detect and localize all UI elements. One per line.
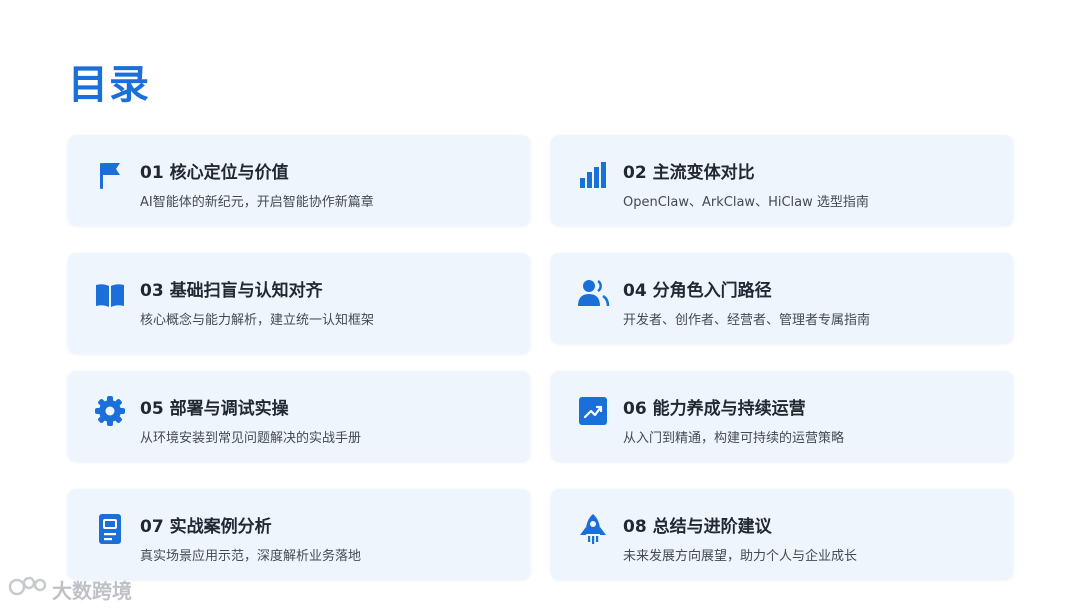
logo-icon	[8, 574, 48, 605]
toc-item-subtitle: 未来发展方向展望，助力个人与企业成长	[623, 549, 858, 564]
toc-item-03[interactable]: 03 基础扫盲与认知对齐 核心概念与能力解析，建立统一认知框架	[68, 253, 530, 353]
trending-up-icon	[575, 393, 611, 429]
watermark-text: 大数跨境	[52, 579, 132, 603]
toc-item-title: 01 核心定位与价值	[140, 163, 289, 183]
toc-item-subtitle: 从环境安装到常见问题解决的实战手册	[140, 431, 362, 446]
users-icon	[575, 275, 611, 311]
document-icon	[92, 511, 128, 547]
toc-item-07[interactable]: 07 实战案例分析 真实场景应用示范，深度解析业务落地	[68, 489, 530, 579]
toc-item-02[interactable]: 02 主流变体对比 OpenClaw、ArkClaw、HiClaw 选型指南	[551, 135, 1013, 225]
toc-item-subtitle: AI智能体的新纪元，开启智能协作新篇章	[140, 195, 374, 210]
toc-item-title: 06 能力养成与持续运营	[623, 399, 806, 419]
toc-item-title: 02 主流变体对比	[623, 163, 755, 183]
toc-item-title: 08 总结与进阶建议	[623, 517, 772, 537]
toc-item-04[interactable]: 04 分角色入门路径 开发者、创作者、经营者、管理者专属指南	[551, 253, 1013, 343]
toc-item-subtitle: 开发者、创作者、经营者、管理者专属指南	[623, 313, 871, 328]
toc-item-08[interactable]: 08 总结与进阶建议 未来发展方向展望，助力个人与企业成长	[551, 489, 1013, 579]
toc-item-subtitle: 真实场景应用示范，深度解析业务落地	[140, 549, 362, 564]
toc-item-title: 04 分角色入门路径	[623, 281, 772, 301]
bar-chart-icon	[575, 157, 611, 193]
toc-item-06[interactable]: 06 能力养成与持续运营 从入门到精通，构建可持续的运营策略	[551, 371, 1013, 461]
flag-icon	[92, 157, 128, 193]
gear-icon	[92, 393, 128, 429]
toc-item-01[interactable]: 01 核心定位与价值 AI智能体的新纪元，开启智能协作新篇章	[68, 135, 530, 225]
toc-item-title: 07 实战案例分析	[140, 517, 272, 537]
book-icon	[92, 277, 128, 313]
rocket-icon	[575, 511, 611, 547]
toc-item-05[interactable]: 05 部署与调试实操 从环境安装到常见问题解决的实战手册	[68, 371, 530, 461]
toc-item-subtitle: 从入门到精通，构建可持续的运营策略	[623, 431, 845, 446]
toc-item-title: 05 部署与调试实操	[140, 399, 289, 419]
page-title: 目录	[68, 62, 150, 108]
toc-item-title: 03 基础扫盲与认知对齐	[140, 281, 323, 301]
toc-item-subtitle: 核心概念与能力解析，建立统一认知框架	[140, 313, 375, 328]
watermark: 大数跨境	[8, 574, 132, 605]
toc-item-subtitle: OpenClaw、ArkClaw、HiClaw 选型指南	[623, 195, 869, 210]
